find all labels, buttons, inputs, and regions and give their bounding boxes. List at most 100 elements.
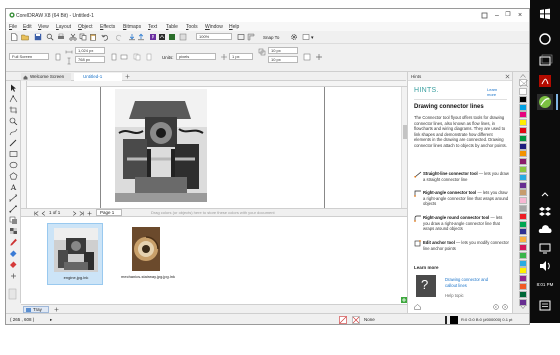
publish-pdf-icon[interactable]: P — [149, 33, 157, 41]
outline-color-swatch-icon[interactable] — [450, 316, 458, 324]
landscape-orientation-icon[interactable] — [120, 53, 128, 61]
dropbox-icon[interactable] — [537, 204, 553, 220]
color-swatch[interactable] — [519, 95, 527, 103]
color-swatch[interactable] — [519, 197, 527, 205]
crop-tool-icon[interactable] — [9, 106, 18, 114]
page-height-field[interactable]: 768 px — [75, 56, 105, 63]
color-swatch[interactable] — [519, 244, 527, 251]
restore-button[interactable]: ❐ — [503, 12, 513, 19]
freehand-tool-icon[interactable] — [9, 128, 18, 136]
network-icon[interactable] — [537, 240, 553, 256]
menu-table[interactable]: Table — [166, 24, 178, 30]
next-page-icon[interactable] — [72, 210, 77, 216]
menu-effects[interactable]: Effects — [100, 24, 115, 30]
duplicate-y-field[interactable]: 10 px — [268, 56, 298, 63]
menu-edit[interactable]: Edit — [23, 24, 32, 30]
artistic-media-tool-icon[interactable] — [9, 139, 18, 147]
units-dropdown[interactable]: pixels — [176, 53, 216, 60]
menu-layout[interactable]: Layout — [56, 24, 71, 30]
launch-dropdown-arrow[interactable]: ▾ — [311, 35, 314, 41]
open-folder-icon[interactable] — [21, 33, 29, 41]
tab-welcome-screen[interactable]: Welcome Screen — [21, 73, 71, 81]
close-button[interactable]: × — [515, 12, 525, 19]
add-page-frame-icon[interactable] — [315, 53, 323, 61]
hints-home-icon[interactable] — [414, 304, 421, 310]
menu-help[interactable]: Help — [229, 24, 239, 30]
volume-icon[interactable] — [537, 258, 553, 274]
taskbar-clock[interactable]: 8:01 PM — [532, 282, 558, 287]
portrait-orientation-icon[interactable] — [110, 53, 118, 61]
palette-scroll-down-icon[interactable] — [520, 305, 526, 309]
polygon-tool-icon[interactable] — [9, 172, 18, 180]
notification-center-icon[interactable] — [537, 298, 553, 314]
redo-icon[interactable] — [115, 33, 123, 41]
current-page-icon[interactable] — [145, 53, 153, 61]
menu-file[interactable]: File — [9, 24, 17, 30]
add-page-icon[interactable] — [87, 211, 92, 216]
cut-icon[interactable] — [69, 33, 77, 41]
new-document-icon[interactable] — [10, 33, 18, 41]
color-swatch[interactable] — [519, 166, 527, 173]
full-screen-icon[interactable] — [237, 33, 245, 41]
help-topic-card[interactable]: ? — [416, 275, 436, 297]
cortana-icon[interactable] — [537, 31, 553, 47]
menu-view[interactable]: View — [38, 24, 49, 30]
color-swatch[interactable] — [519, 212, 527, 220]
page-preset-dropdown[interactable]: Full Screen — [9, 53, 49, 60]
color-swatch[interactable] — [519, 103, 527, 111]
first-page-icon[interactable] — [34, 210, 39, 216]
color-swatch[interactable] — [519, 173, 527, 181]
zoom-level-field[interactable]: 100% — [196, 33, 232, 40]
menu-tools[interactable]: Tools — [186, 24, 198, 30]
app-launcher-icon[interactable] — [168, 33, 176, 41]
palette-scroll-up-icon[interactable] — [520, 74, 526, 78]
snap-to-dropdown[interactable]: Snap To — [263, 35, 279, 40]
tray-tab-add-icon[interactable] — [54, 307, 59, 312]
search-content-icon[interactable] — [46, 33, 54, 41]
menu-text[interactable]: Text — [148, 24, 157, 30]
color-swatch[interactable] — [519, 283, 527, 290]
minimize-button[interactable]: – — [492, 12, 502, 19]
color-swatch[interactable] — [519, 236, 527, 244]
page-width-field[interactable]: 1,024 px — [75, 47, 105, 54]
color-swatch[interactable] — [519, 181, 527, 189]
rectangle-tool-icon[interactable] — [9, 150, 18, 158]
launch-icon[interactable] — [302, 33, 310, 41]
welcome-icon[interactable] — [179, 33, 187, 41]
color-swatch[interactable] — [519, 134, 527, 142]
color-swatch[interactable] — [519, 189, 527, 197]
docker-close-icon[interactable] — [505, 74, 510, 79]
treat-as-filled-icon[interactable] — [303, 53, 311, 61]
menu-bitmaps[interactable]: Bitmaps — [123, 24, 141, 30]
nudge-distance-field[interactable]: 1 px — [229, 53, 253, 60]
show-hidden-icons-chevron-icon[interactable] — [537, 187, 553, 203]
parallel-dimension-tool-icon[interactable] — [9, 194, 18, 202]
color-swatch[interactable] — [519, 267, 527, 275]
menu-window[interactable]: Window — [205, 24, 223, 30]
hints-learn-more-link[interactable]: Learn more — [487, 87, 505, 97]
color-swatch[interactable] — [519, 119, 527, 127]
engine-photo[interactable] — [115, 89, 207, 202]
save-icon[interactable] — [34, 33, 42, 41]
options-gear-icon[interactable] — [290, 33, 298, 41]
no-color-swatch[interactable] — [519, 79, 528, 87]
coreldraw-taskbar-icon[interactable] — [537, 94, 553, 110]
color-swatch[interactable] — [519, 228, 527, 236]
onedrive-icon[interactable] — [537, 222, 553, 238]
fill-indicator-icon[interactable] — [339, 316, 347, 324]
last-page-icon[interactable] — [79, 210, 84, 216]
fill-none-swatch-icon[interactable] — [352, 316, 360, 324]
menu-object[interactable]: Object — [78, 24, 92, 30]
color-swatch[interactable] — [519, 259, 527, 267]
vertical-ruler[interactable] — [21, 81, 27, 208]
shape-tool-icon[interactable] — [9, 95, 18, 103]
duplicate-x-field[interactable]: 10 px — [268, 47, 298, 54]
add-tab-icon[interactable] — [125, 74, 130, 79]
color-swatch[interactable] — [519, 275, 527, 283]
color-swatch[interactable] — [519, 205, 527, 212]
all-pages-icon[interactable] — [133, 53, 141, 61]
paste-icon[interactable] — [89, 33, 97, 41]
hints-back-icon[interactable] — [493, 304, 499, 310]
hints-forward-icon[interactable] — [502, 304, 508, 310]
portrait-icon[interactable] — [54, 53, 62, 61]
